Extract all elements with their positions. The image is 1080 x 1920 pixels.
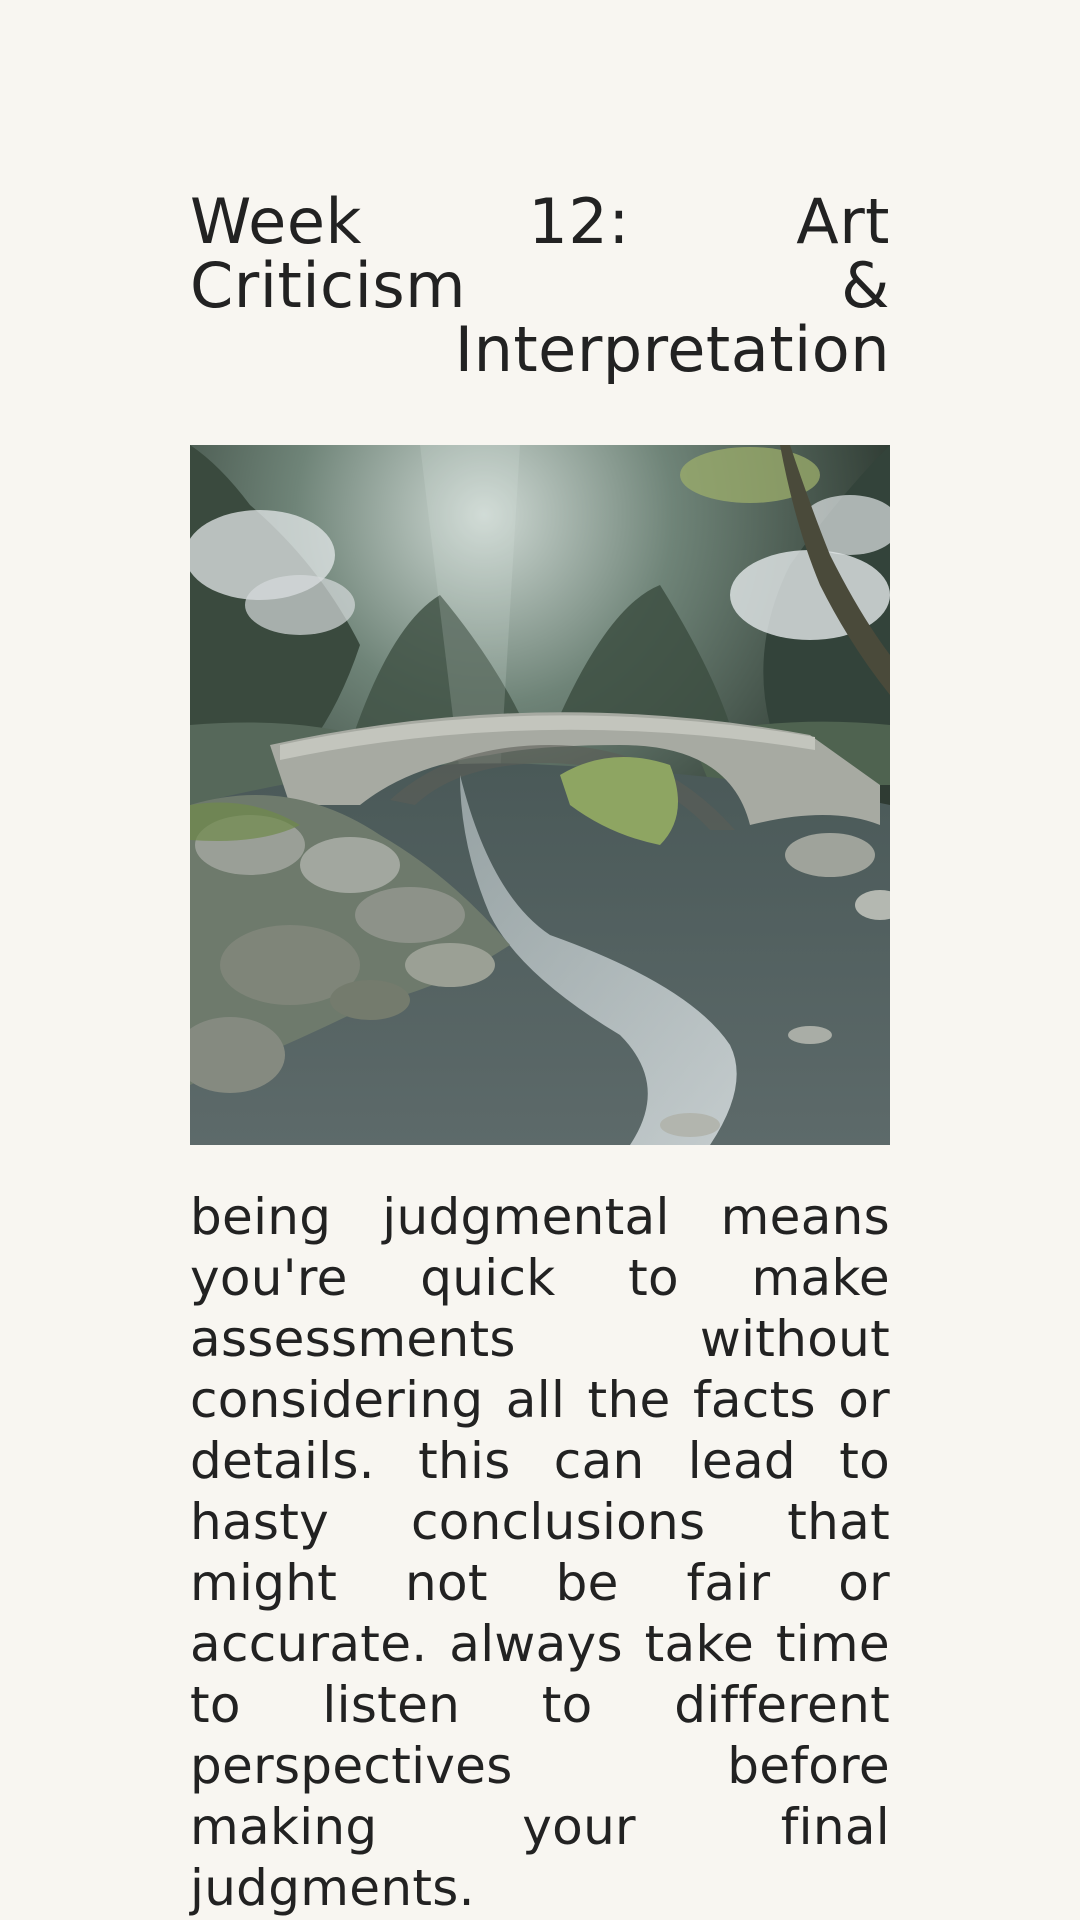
post-card: Week 12: Art Criticism & Interpretation <box>190 190 890 1919</box>
post-body: being judgmental means you're quick to m… <box>190 1188 890 1917</box>
landscape-painting-icon <box>190 445 890 1145</box>
post-title: Week 12: Art Criticism & Interpretation <box>190 185 890 386</box>
